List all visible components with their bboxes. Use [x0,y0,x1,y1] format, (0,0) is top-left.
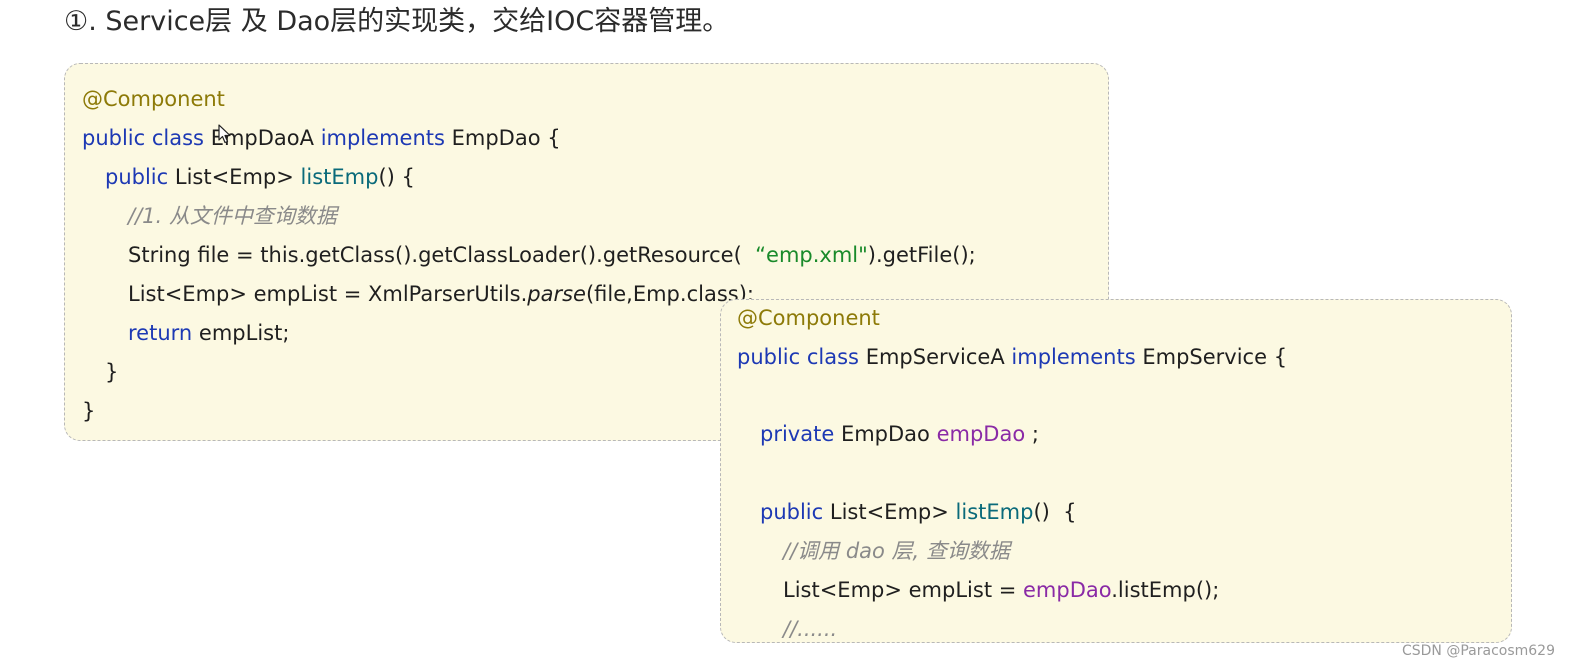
keyword: private [760,422,835,446]
dao-parse-line: List<Emp> empList = XmlParserUtils.parse… [128,279,754,309]
keyword: implements [1011,345,1136,369]
semicolon: ; [1031,422,1039,446]
code-comment: //调用 dao 层, 查询数据 [783,539,1010,563]
keyword: public class [737,345,859,369]
page-heading: ①. Service层 及 Dao层的实现类，交给IOC容器管理。 [64,6,730,37]
dao-annotation-line: @Component [82,84,225,114]
code-text: .listEmp(); [1111,578,1220,602]
brace: } [82,399,96,423]
dao-class-close: } [82,396,95,426]
dao-file-line: String file = this.getClass().getClassLo… [128,240,976,270]
method-name: listEmp [300,165,379,189]
service-code-block: @Component public class EmpServiceA impl… [720,299,1512,643]
code-text: String file = this.getClass().getClassLo… [128,243,742,267]
service-field-line: private EmpDao empDao ; [760,419,1039,449]
annotation: @Component [82,87,225,111]
keyword: public [760,500,824,524]
service-ellipsis-comment: //...... [783,614,838,642]
dao-return-line: return empList; [128,318,289,348]
class-name: EmpServiceA [865,345,1005,369]
watermark: CSDN @Paracosm629 [1401,643,1555,659]
service-class-declaration: public class EmpServiceA implements EmpS… [737,342,1287,372]
dao-comment-line: //1. 从文件中查询数据 [128,201,337,231]
field-type: EmpDao [840,422,930,446]
static-method: parse [527,282,586,306]
return-type: List<Emp> [174,165,294,189]
service-annotation-line: @Component [737,303,880,333]
dao-method-declaration: public List<Emp> listEmp() { [105,162,415,192]
service-comment-line: //调用 dao 层, 查询数据 [783,536,1010,566]
code-text: List<Emp> empList = XmlParserUtils. [128,282,528,306]
method-params: () { [1033,500,1077,524]
service-call-line: List<Emp> empList = empDao.listEmp(); [783,575,1219,605]
keyword: public class [82,126,204,150]
interface-name: EmpDao { [451,126,561,150]
code-text: List<Emp> empList = [783,578,1017,602]
keyword: return [128,321,193,345]
return-type: List<Emp> [829,500,949,524]
method-params: () { [378,165,415,189]
code-comment: //...... [783,617,838,641]
brace: } [105,360,119,384]
keyword: public [105,165,169,189]
annotation: @Component [737,306,880,330]
code-comment: //1. 从文件中查询数据 [128,204,337,228]
dao-method-close: } [105,357,118,387]
code-text: empList; [198,321,290,345]
field-name: empDao [1023,578,1112,602]
keyword: implements [320,126,445,150]
code-text: ).getFile(); [867,243,976,267]
method-name: listEmp [955,500,1034,524]
string-literal: “emp.xml" [755,243,868,267]
dao-class-declaration: public class EmpDaoA implements EmpDao { [82,123,561,153]
interface-name: EmpService { [1142,345,1288,369]
service-method-declaration: public List<Emp> listEmp() { [760,497,1077,527]
field-name: empDao [936,422,1026,446]
